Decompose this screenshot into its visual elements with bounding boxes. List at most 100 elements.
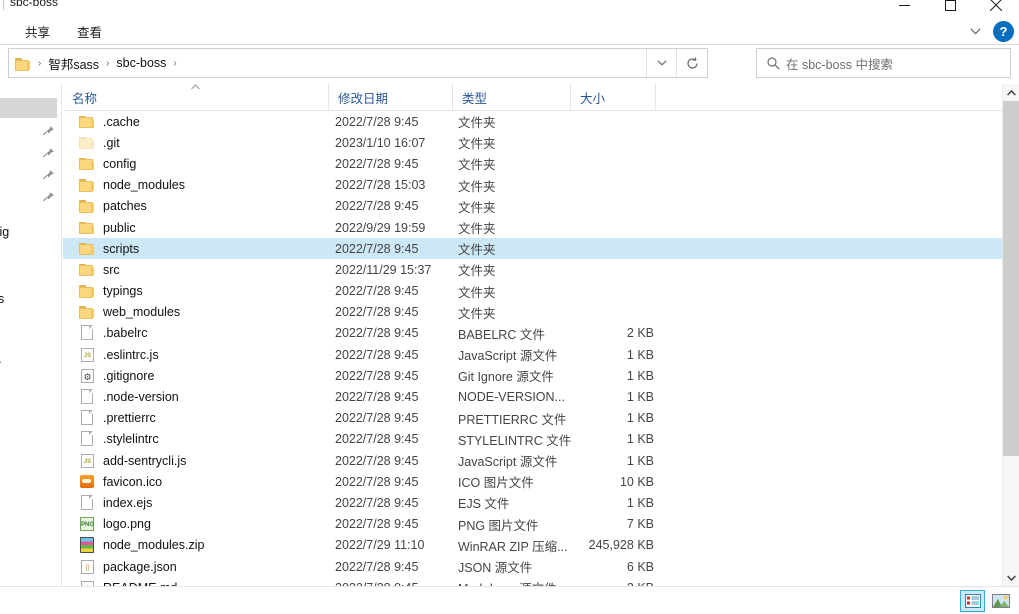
search-placeholder: 在 sbc-boss 中搜索 (786, 57, 893, 72)
table-row[interactable]: patches 2022/7/28 9:45 文件夹 (63, 196, 1002, 217)
table-row[interactable]: .git 2023/1/10 16:07 文件夹 (63, 132, 1002, 153)
file-name-label: package.json (103, 559, 177, 574)
column-header-name[interactable]: 名称 (63, 84, 328, 110)
file-date-cell: 2023/1/10 16:07 (335, 135, 426, 150)
pin-icon-1[interactable] (42, 147, 55, 160)
column-header-date-label: 修改日期 (338, 91, 389, 106)
table-row[interactable]: PNG logo.png 2022/7/28 9:45 PNG 图片文件 7 KB (63, 514, 1002, 535)
table-row[interactable]: ↓README.md2022/7/28 9:45Markdown 源文件3 KB (63, 577, 1002, 586)
large-icons-view-button[interactable] (988, 590, 1013, 612)
table-row[interactable]: typings 2022/7/28 9:45 文件夹 (63, 281, 1002, 302)
chevron-down-icon[interactable] (963, 20, 987, 42)
file-type-cell: 文件夹 (458, 264, 496, 279)
file-type-cell: JavaScript 源文件 (458, 455, 558, 470)
scroll-up-icon[interactable] (1003, 84, 1019, 101)
table-row[interactable]: JS add-sentrycli.js 2022/7/28 9:45 JavaScri… (63, 450, 1002, 471)
file-date-cell: 2022/7/28 9:45 (335, 411, 419, 426)
details-view-button[interactable] (960, 590, 985, 612)
table-row[interactable]: index.ejs 2022/7/28 9:45 EJS 文件 1 KB (63, 492, 1002, 513)
nav-item-label-2[interactable]: · (0, 355, 2, 369)
maximize-button[interactable] (927, 0, 973, 20)
pin-icon-2[interactable] (42, 169, 55, 182)
column-header-size-label: 大小 (580, 91, 606, 106)
file-size-cell: 7 KB (626, 517, 654, 532)
file-name-label: .stylelintrc (103, 432, 159, 447)
column-header-size[interactable]: 大小 (570, 84, 655, 110)
table-row[interactable]: {} package.json 2022/7/28 9:45 JSON 源文件 6 KB (63, 556, 1002, 577)
file-name-label: logo.png (103, 517, 151, 532)
navigation-pane[interactable]: fig s · (0, 84, 62, 586)
scroll-down-icon[interactable] (1003, 569, 1019, 586)
gear-file-icon: ⚙ (79, 368, 95, 384)
window-controls (881, 0, 1019, 20)
table-row[interactable]: node_modules.zip 2022/7/29 11:10 WinRAR ZI… (63, 535, 1002, 556)
pin-icon-0[interactable] (42, 125, 55, 138)
table-row[interactable]: ⚙ .gitignore 2022/7/28 9:45 Git Ignore 源文件 1… (63, 365, 1002, 386)
document-icon (79, 431, 95, 447)
table-row[interactable]: JS .eslintrc.js 2022/7/28 9:45 JavaScript 源… (63, 344, 1002, 365)
file-rows: .cache 2022/7/28 9:45 文件夹 .git 2023/1/10 16:… (63, 111, 1002, 586)
table-row[interactable]: public 2022/9/29 19:59 文件夹 (63, 217, 1002, 238)
table-row[interactable]: .babelrc 2022/7/28 9:45 BABELRC 文件 2 KB (63, 323, 1002, 344)
file-name-cell: index.ejs (63, 494, 153, 511)
file-name-label: .eslintrc.js (103, 347, 159, 362)
table-row[interactable]: config 2022/7/28 9:45 文件夹 (63, 153, 1002, 174)
minimize-button[interactable] (881, 0, 927, 20)
folder-icon (79, 241, 95, 257)
tab-view[interactable]: 查看 (70, 18, 109, 44)
table-row[interactable]: .prettierrc 2022/7/28 9:45 PRETTIERRC 文件 1 … (63, 408, 1002, 429)
sort-ascending-icon (191, 84, 200, 93)
close-button[interactable] (973, 0, 1019, 20)
table-row[interactable]: .stylelintrc 2022/7/28 9:45 STYLELINTRC 文件… (63, 429, 1002, 450)
column-header-type[interactable]: 类型 (452, 84, 570, 110)
window-title: sbc-boss (10, 0, 59, 9)
zip-archive-icon (79, 537, 95, 554)
table-row[interactable]: favicon.ico 2022/7/28 9:45 ICO 图片文件 10 KB (63, 471, 1002, 492)
file-size-cell: 1 KB (626, 347, 654, 362)
breadcrumb[interactable]: › 智邦sass › sbc-boss › (8, 48, 708, 78)
file-name-cell: .node-version (63, 389, 179, 405)
vertical-scrollbar[interactable] (1002, 84, 1019, 586)
folder-icon (79, 177, 95, 193)
breadcrumb-item-0[interactable]: 智邦sass (45, 54, 102, 73)
address-bar-row: ‹ › 智邦sass › sbc-boss › (0, 48, 1019, 80)
table-row[interactable]: .node-version 2022/7/28 9:45 NODE-VERSION.… (63, 386, 1002, 407)
file-name-label: .cache (103, 114, 140, 129)
table-row[interactable]: src 2022/11/29 15:37 文件夹 (63, 259, 1002, 280)
file-name-label: node_modules (103, 178, 186, 193)
nav-item-label-0[interactable]: fig (0, 225, 9, 239)
table-row[interactable]: .cache 2022/7/28 9:45 文件夹 (63, 111, 1002, 132)
file-name-label: index.ejs (103, 495, 153, 510)
document-icon (79, 410, 95, 426)
nav-item-label-1[interactable]: s (0, 292, 4, 306)
file-size-cell: 10 KB (619, 474, 654, 489)
pin-icon-3[interactable] (42, 191, 55, 204)
title-divider (3, 0, 4, 10)
search-input[interactable]: 在 sbc-boss 中搜索 (756, 48, 1011, 78)
tab-share[interactable]: 共享 (18, 18, 57, 44)
table-row[interactable]: node_modules 2022/7/28 15:03 文件夹 (63, 175, 1002, 196)
file-date-cell: 2022/7/28 9:45 (335, 284, 419, 299)
breadcrumb-separator-0: › (38, 57, 42, 69)
file-date-cell: 2022/7/28 9:45 (335, 347, 419, 362)
refresh-button[interactable] (676, 49, 707, 77)
folder-icon (79, 114, 95, 130)
breadcrumb-separator-1: › (106, 57, 110, 69)
column-header-date-modified[interactable]: 修改日期 (328, 84, 452, 110)
file-type-cell: 文件夹 (458, 200, 496, 215)
scrollbar-thumb[interactable] (1003, 101, 1019, 456)
help-icon: ? (999, 23, 1008, 39)
address-dropdown-button[interactable] (646, 49, 676, 77)
help-button[interactable]: ? (993, 20, 1014, 42)
file-size-cell: 1 KB (626, 411, 654, 426)
table-row[interactable]: web_modules 2022/7/28 9:45 文件夹 (63, 302, 1002, 323)
file-size-cell: 2 KB (626, 326, 654, 341)
file-size-cell: 1 KB (626, 432, 654, 447)
ribbon-right-controls: ? (963, 20, 1017, 42)
table-row[interactable]: scripts 2022/7/28 9:45 文件夹 (63, 238, 1002, 260)
breadcrumb-item-1[interactable]: sbc-boss (113, 56, 169, 70)
file-name-label: .gitignore (103, 368, 155, 383)
file-size-cell: 1 KB (626, 368, 654, 383)
file-date-cell: 2022/7/28 9:45 (335, 368, 419, 383)
file-type-cell: 文件夹 (458, 243, 496, 258)
